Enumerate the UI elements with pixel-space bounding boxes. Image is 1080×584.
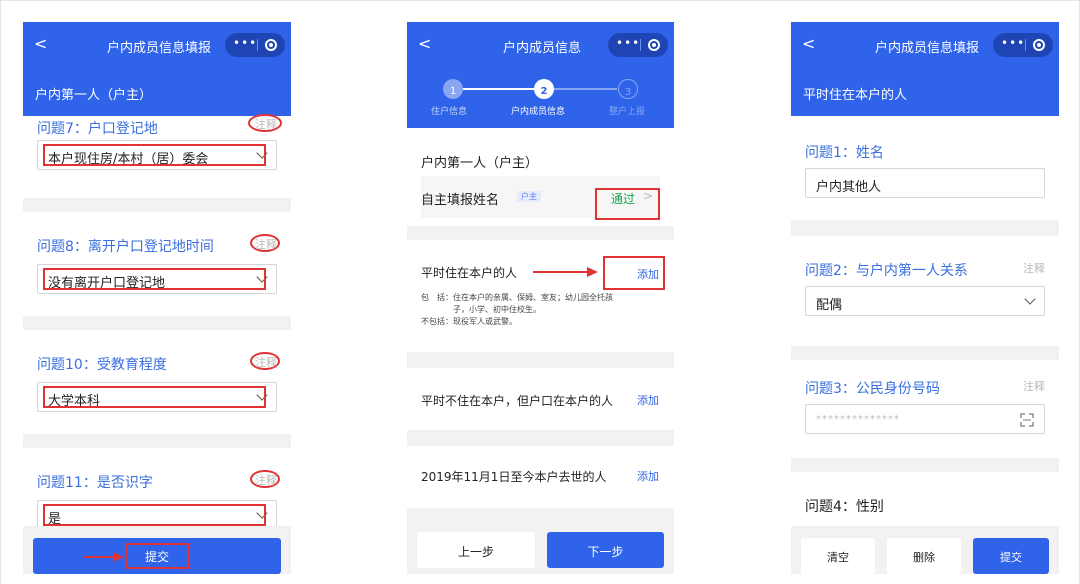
arrow-right-icon — [83, 552, 124, 562]
close-target-icon[interactable] — [1033, 39, 1045, 51]
section-deceased: 2019年11月1日至今本户去世的人 添加 — [407, 446, 674, 508]
name-input[interactable]: 户内其他人 — [805, 168, 1045, 198]
question-card-name: 问题1：姓名 户内其他人 — [791, 116, 1059, 220]
more-icon[interactable]: ••• — [616, 36, 640, 50]
head-card: 户内第一人（户主） 自主填报姓名 户主 通过 > — [407, 128, 674, 226]
add-link[interactable]: 添加 — [637, 266, 659, 282]
highlight-box — [43, 386, 266, 408]
sub-header: 户内第一人（户主） — [23, 70, 291, 116]
question-card-id: 问题3：公民身份号码 注释 ************** — [791, 360, 1059, 458]
add-link[interactable]: 添加 — [637, 468, 659, 484]
phone-panel-2: < 户内成员信息 ••• 1 2 3 住户信息 户内成员信息 整户上报 户内第一… — [407, 22, 674, 574]
header-area: < 户内成员信息 ••• 1 2 3 住户信息 户内成员信息 整户上报 — [407, 22, 674, 128]
question-label: 问题10：受教育程度 — [37, 357, 167, 373]
highlight-box — [43, 268, 266, 290]
exclude-text: 不包括：现役军人或武警。 — [421, 317, 517, 326]
add-link[interactable]: 添加 — [637, 392, 659, 408]
question-label: 问题7：户口登记地 — [37, 121, 158, 137]
next-button[interactable]: 下一步 — [547, 532, 664, 568]
question-card-gender: 问题4：性别 — [791, 472, 1059, 532]
step-1: 1 — [443, 79, 463, 99]
member-name: 自主填报姓名 — [421, 193, 500, 208]
footer: 上一步 下一步 — [407, 522, 674, 574]
more-icon[interactable]: ••• — [233, 36, 257, 50]
step-3-label: 整户上报 — [609, 107, 646, 117]
question-card-10: 问题10：受教育程度 注释 大学本科 — [23, 330, 291, 434]
step-2-label: 户内成员信息 — [511, 107, 566, 117]
input-value: 户内其他人 — [816, 180, 882, 195]
question-label: 问题2：与户内第一人关系 — [805, 263, 968, 279]
more-icon[interactable]: ••• — [1001, 36, 1025, 50]
sub-header: 平时住在本户的人 — [791, 70, 1059, 116]
question-label: 问题11：是否识字 — [37, 475, 153, 491]
nav-title: 户内成员信息填报 — [107, 41, 212, 56]
note-link[interactable]: 注释 — [1023, 378, 1045, 394]
miniprogram-capsule[interactable]: ••• — [225, 33, 285, 57]
include-text-2: 子，小学、初中住校生。 — [453, 305, 541, 314]
section-title: 平时住在本户的人 — [421, 266, 518, 280]
top-border — [0, 0, 1080, 1]
role-tag: 户主 — [517, 191, 541, 202]
submit-button[interactable]: 提交 — [973, 538, 1049, 574]
note-link[interactable]: 注释 — [255, 116, 277, 132]
highlight-box — [595, 188, 660, 220]
arrow-right-icon — [533, 267, 598, 277]
sub-header-title: 户内第一人（户主） — [35, 88, 153, 103]
section-title: 2019年11月1日至今本户去世的人 — [421, 470, 607, 484]
phone-panel-3: < 户内成员信息填报 ••• 平时住在本户的人 问题1：姓名 户内其他人 问题2… — [791, 22, 1059, 574]
relation-select[interactable]: 配偶 — [805, 286, 1045, 316]
back-icon[interactable]: < — [418, 34, 431, 53]
nav-title: 户内成员信息 — [503, 41, 582, 56]
close-target-icon[interactable] — [648, 39, 660, 51]
input-value: ************** — [816, 414, 900, 425]
footer: 提交 — [23, 526, 291, 574]
footer: 清空 删除 提交 — [791, 526, 1059, 574]
note-link[interactable]: 注释 — [255, 472, 277, 488]
sub-header-title: 平时住在本户的人 — [803, 88, 908, 103]
close-target-icon[interactable] — [265, 39, 277, 51]
include-text-1: 住在本户的亲属、保姆、室友；幼儿园全托孩 — [453, 293, 613, 302]
back-icon[interactable]: < — [34, 34, 47, 53]
question-card-relation: 问题2：与户内第一人关系 注释 配偶 — [791, 236, 1059, 346]
question-card-8: 问题8：离开户口登记地时间 注释 没有离开户口登记地 — [23, 212, 291, 316]
question-card-7: 问题7：户口登记地 注释 本户现住房/本村（居）委会 — [23, 114, 291, 198]
back-icon[interactable]: < — [802, 34, 815, 53]
include-label: 包 括： — [421, 293, 453, 302]
section-registered: 平时不住在本户，但户口在本户的人 添加 — [407, 368, 674, 430]
clear-button[interactable]: 清空 — [801, 538, 875, 574]
miniprogram-capsule[interactable]: ••• — [608, 33, 668, 57]
highlight-box — [125, 543, 189, 569]
nav-bar: < 户内成员信息填报 ••• — [791, 22, 1059, 70]
miniprogram-capsule[interactable]: ••• — [993, 33, 1053, 57]
left-border — [0, 0, 1, 584]
select-value: 配偶 — [816, 298, 843, 313]
highlight-box — [43, 504, 266, 526]
question-label: 问题4：性别 — [805, 499, 884, 515]
section-title: 平时不住在本户，但户口在本户的人 — [421, 394, 614, 408]
phone-panel-1: < 户内成员信息填报 ••• 户内第一人（户主） 问题7：户口登记地 注释 本户… — [23, 22, 291, 574]
question-label: 问题1：姓名 — [805, 145, 884, 161]
note-link[interactable]: 注释 — [255, 354, 277, 370]
prev-button[interactable]: 上一步 — [417, 532, 535, 568]
question-label: 问题8：离开户口登记地时间 — [37, 239, 214, 255]
chevron-down-icon — [1024, 293, 1036, 305]
question-label: 问题3：公民身份号码 — [805, 381, 940, 397]
step-2: 2 — [534, 79, 554, 99]
nav-title: 户内成员信息填报 — [875, 41, 980, 56]
nav-bar: < 户内成员信息填报 ••• — [23, 22, 291, 70]
scan-icon[interactable] — [1020, 413, 1034, 427]
note-link[interactable]: 注释 — [255, 236, 277, 252]
note-link[interactable]: 注释 — [1023, 260, 1045, 276]
step-3: 3 — [618, 79, 638, 99]
delete-button[interactable]: 删除 — [887, 538, 961, 574]
head-title: 户内第一人（户主） — [421, 156, 539, 171]
id-number-input[interactable]: ************** — [805, 404, 1045, 434]
step-1-label: 住户信息 — [431, 107, 468, 117]
highlight-box — [43, 144, 266, 166]
section-residents: 平时住在本户的人 添加 包 括： 住在本户的亲属、保姆、室友；幼儿园全托孩 子，… — [407, 240, 674, 352]
